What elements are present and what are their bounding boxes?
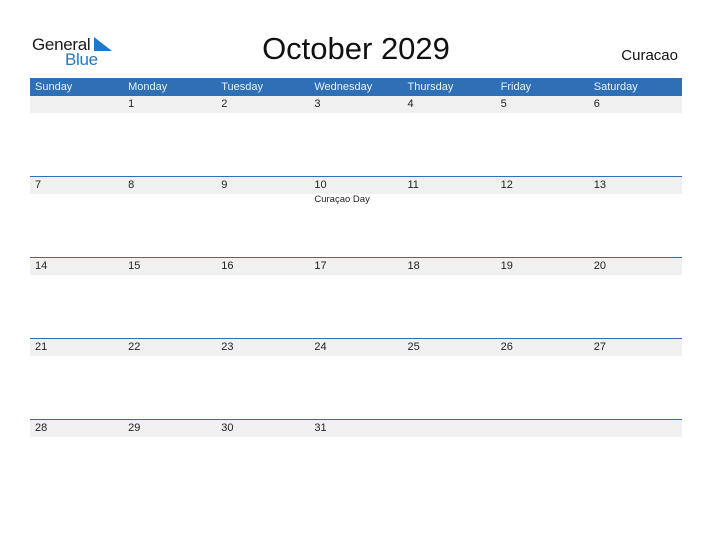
day-cell: 29: [123, 420, 216, 501]
day-cell: 2: [216, 96, 309, 177]
day-number: 16: [221, 260, 234, 272]
day-number: 3: [314, 98, 321, 110]
day-number: 6: [593, 98, 600, 110]
day-cell: 25: [403, 339, 496, 420]
day-cell: 23: [216, 339, 309, 420]
day-number: 1: [128, 98, 135, 110]
day-number: 13: [593, 179, 606, 191]
day-number: 11: [407, 179, 419, 191]
day-cell: [496, 420, 589, 501]
day-number: 2: [221, 98, 228, 110]
day-number: 22: [128, 341, 141, 353]
day-cell: 22: [123, 339, 216, 420]
day-cell: 24: [309, 339, 402, 420]
weekday-friday: Friday: [500, 81, 532, 93]
day-cell: 10 Curaçao Day: [309, 177, 402, 258]
day-cell: 16: [216, 258, 309, 339]
day-cell: 12: [496, 177, 589, 258]
day-number: 31: [314, 422, 327, 434]
day-cell: [30, 96, 123, 177]
day-cell: 20: [589, 258, 682, 339]
day-cell: 3: [309, 96, 402, 177]
day-cell: 28: [30, 420, 123, 501]
day-number: [501, 420, 589, 437]
day-cell: 26: [496, 339, 589, 420]
weekday-wednesday: Wednesday: [314, 81, 373, 93]
day-number: 14: [35, 260, 48, 272]
weekday-tuesday: Tuesday: [221, 81, 264, 93]
day-number: 4: [407, 98, 414, 110]
week-cells: 1 2 3 4 5 6: [30, 96, 682, 177]
day-cell: 5: [496, 96, 589, 177]
week-cells: 14 15 16 17 18 19 20: [30, 258, 682, 339]
day-number: 20: [593, 260, 606, 272]
weekday-monday: Monday: [128, 81, 168, 93]
day-number: 17: [314, 260, 327, 272]
weekday-thursday: Thursday: [407, 81, 454, 93]
day-number: 21: [35, 341, 48, 353]
day-number: 30: [221, 422, 234, 434]
day-number: 5: [500, 98, 507, 110]
day-cell: 8: [123, 177, 216, 258]
week-row: 7 8 9 10 Curaçao Day 11 12 13: [30, 176, 682, 258]
day-cell: [403, 420, 496, 501]
day-cell: 19: [496, 258, 589, 339]
weekday-sunday: Sunday: [35, 81, 73, 93]
day-cell: 27: [589, 339, 682, 420]
week-row: 28 29 30 31: [30, 419, 682, 501]
week-cells: 21 22 23 24 25 26 27: [30, 339, 682, 420]
day-cell: 17: [309, 258, 402, 339]
day-number: 7: [35, 179, 42, 191]
day-number: 15: [128, 260, 141, 272]
day-cell: 21: [30, 339, 123, 420]
country-label: Curacao: [621, 47, 678, 64]
day-number: 28: [35, 422, 48, 434]
day-cell: 1: [123, 96, 216, 177]
day-cell: 13: [589, 177, 682, 258]
day-number: [408, 420, 496, 437]
calendar-grid: Sunday Monday Tuesday Wednesday Thursday…: [30, 78, 682, 501]
day-number: 26: [500, 341, 513, 353]
day-number: 29: [128, 422, 141, 434]
day-cell: 18: [403, 258, 496, 339]
day-number: 8: [128, 179, 135, 191]
day-number: 24: [314, 341, 327, 353]
day-number: [35, 96, 123, 113]
day-cell: 9: [216, 177, 309, 258]
day-number: 27: [593, 341, 606, 353]
day-cell: 15: [123, 258, 216, 339]
weekday-saturday: Saturday: [593, 81, 638, 93]
day-cell: 6: [589, 96, 682, 177]
week-row: 1 2 3 4 5 6: [30, 96, 682, 177]
day-cell: 7: [30, 177, 123, 258]
day-number: 12: [500, 179, 513, 191]
day-cell: 30: [216, 420, 309, 501]
day-number: 25: [407, 341, 420, 353]
day-number: 23: [221, 341, 234, 353]
day-cell: 11: [403, 177, 496, 258]
day-cell: 14: [30, 258, 123, 339]
week-row: 21 22 23 24 25 26 27: [30, 338, 682, 420]
day-number: 10: [314, 179, 327, 191]
weekday-header: Sunday Monday Tuesday Wednesday Thursday…: [30, 78, 682, 96]
day-cell: 31: [309, 420, 402, 501]
day-number: 9: [221, 179, 228, 191]
week-cells: 28 29 30 31: [30, 420, 682, 501]
day-number: [594, 420, 682, 437]
day-number: 18: [407, 260, 420, 272]
week-row: 14 15 16 17 18 19 20: [30, 257, 682, 339]
week-cells: 7 8 9 10 Curaçao Day 11 12 13: [30, 177, 682, 258]
holiday-label: Curaçao Day: [314, 194, 370, 205]
day-cell: [589, 420, 682, 501]
calendar-title: October 2029: [262, 31, 450, 66]
day-cell: 4: [403, 96, 496, 177]
weeks-container: 1 2 3 4 5 6 7 8 9 10 Curaçao Day 11 12 13 14 15 16 17 18 19…: [30, 96, 682, 501]
day-number: 19: [500, 260, 513, 272]
